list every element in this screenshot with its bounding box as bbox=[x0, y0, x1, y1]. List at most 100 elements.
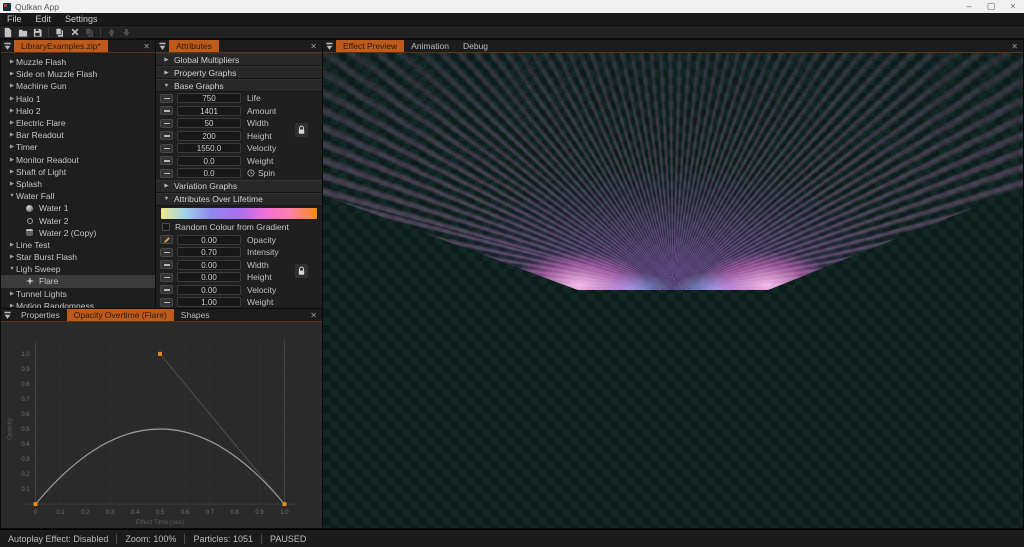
chevron-right-icon[interactable]: ▶ bbox=[8, 120, 16, 126]
chevron-right-icon[interactable]: ▶ bbox=[8, 96, 16, 102]
attributes-undock-icon[interactable] bbox=[156, 40, 169, 52]
tree-item-monitor-readout[interactable]: ▶ Monitor Readout bbox=[1, 154, 155, 166]
maximize-button[interactable]: ▢ bbox=[980, 0, 1002, 13]
opacity-curve-graph[interactable]: 0.1 0.2 0.3 0.4 0.5 0.6 0.7 0.8 0.9 1.0 0 0.1 0.2 0.3… bbox=[1, 322, 322, 528]
graph-options-button[interactable] bbox=[160, 168, 173, 178]
graph-options-button[interactable] bbox=[160, 106, 173, 116]
curve-editor-close-icon[interactable]: ✕ bbox=[305, 309, 322, 321]
tree-item-bar-readout[interactable]: ▶ Bar Readout bbox=[1, 129, 155, 141]
opacity-value-field[interactable]: 0.00 bbox=[177, 234, 241, 245]
weight-value-field[interactable]: 0.0 bbox=[177, 155, 241, 166]
preview-tab-2[interactable]: Debug bbox=[456, 40, 495, 52]
curve-editor-tab-2[interactable]: Shapes bbox=[174, 309, 217, 321]
curve-control-point[interactable] bbox=[282, 502, 287, 507]
menu-edit[interactable]: Edit bbox=[29, 13, 59, 26]
chevron-down-icon[interactable]: ▼ bbox=[8, 193, 16, 199]
graph-options-button[interactable] bbox=[160, 118, 173, 128]
tree-item-splash[interactable]: ▶ Splash bbox=[1, 178, 155, 190]
amount-value-field[interactable]: 1401 bbox=[177, 105, 241, 116]
life-value-field[interactable]: 750 bbox=[177, 93, 241, 104]
aspect-lock-icon[interactable] bbox=[295, 122, 308, 137]
height-value-field[interactable]: 0.00 bbox=[177, 272, 241, 283]
preview-undock-icon[interactable] bbox=[323, 40, 336, 52]
section-header-property-graphs[interactable]: ▶ Property Graphs bbox=[156, 66, 322, 79]
new-file-icon[interactable] bbox=[0, 26, 15, 39]
intensity-value-field[interactable]: 0.70 bbox=[177, 247, 241, 258]
duplicate-icon[interactable] bbox=[52, 26, 67, 39]
chevron-right-icon[interactable]: ▶ bbox=[8, 157, 16, 163]
tree-item-timer[interactable]: ▶ Timer bbox=[1, 141, 155, 153]
chevron-right-icon[interactable]: ▶ bbox=[8, 254, 16, 260]
tree-item-water-2[interactable]: Water 2 bbox=[1, 214, 155, 226]
tree-item-tunnel-lights[interactable]: ▶ Tunnel Lights bbox=[1, 288, 155, 300]
section-header-attributes-over-lifetime[interactable]: ▼ Attributes Over Lifetime bbox=[156, 192, 322, 206]
effect-preview-canvas[interactable] bbox=[323, 53, 1023, 528]
chevron-right-icon[interactable]: ▶ bbox=[8, 132, 16, 138]
preview-close-icon[interactable]: ✕ bbox=[1006, 40, 1023, 52]
tree-item-ligh-sweep[interactable]: ▼ Ligh Sweep bbox=[1, 263, 155, 275]
preview-tab-1[interactable]: Animation bbox=[404, 40, 456, 52]
chevron-right-icon[interactable]: ▶ bbox=[8, 71, 16, 77]
curve-editor-tab-1[interactable]: Opacity Overtime (Flare) bbox=[66, 309, 174, 321]
graph-options-button[interactable] bbox=[160, 131, 173, 141]
weight-value-field[interactable]: 1.00 bbox=[177, 297, 241, 308]
edit-graph-pencil-icon[interactable] bbox=[160, 235, 173, 245]
tree-item-water-1[interactable]: Water 1 bbox=[1, 202, 155, 214]
width-value-field[interactable]: 0.00 bbox=[177, 259, 241, 270]
save-icon[interactable] bbox=[30, 26, 45, 39]
curve-editor-tab-0[interactable]: Properties bbox=[14, 309, 67, 321]
section-header-variation-graphs[interactable]: ▶ Variation Graphs bbox=[156, 179, 322, 193]
tree-item-shaft-of-light[interactable]: ▶ Shaft of Light bbox=[1, 166, 155, 178]
close-button[interactable]: × bbox=[1002, 0, 1024, 13]
attributes-close-icon[interactable]: ✕ bbox=[305, 40, 322, 52]
curve-control-point[interactable] bbox=[33, 502, 38, 507]
open-file-icon[interactable] bbox=[15, 26, 30, 39]
chevron-right-icon[interactable]: ▶ bbox=[8, 181, 16, 187]
preview-tab-0[interactable]: Effect Preview bbox=[336, 40, 405, 52]
tree-item-electric-flare[interactable]: ▶ Electric Flare bbox=[1, 117, 155, 129]
velocity-value-field[interactable]: 0.00 bbox=[177, 284, 241, 295]
chevron-right-icon[interactable]: ▶ bbox=[8, 144, 16, 150]
chevron-right-icon[interactable]: ▶ bbox=[8, 169, 16, 175]
random-colour-checkbox[interactable] bbox=[162, 223, 170, 231]
curve-editor-undock-icon[interactable] bbox=[1, 309, 14, 321]
attributes-tab-0[interactable]: Attributes bbox=[169, 40, 219, 52]
aspect-lock-icon[interactable] bbox=[295, 264, 308, 278]
chevron-right-icon[interactable]: ▶ bbox=[8, 291, 16, 297]
menu-settings[interactable]: Settings bbox=[58, 13, 105, 26]
tree-item-flare[interactable]: Flare bbox=[1, 275, 155, 288]
graph-options-button[interactable] bbox=[160, 297, 173, 307]
tree-item-line-test[interactable]: ▶ Line Test bbox=[1, 239, 155, 251]
height-value-field[interactable]: 200 bbox=[177, 130, 241, 141]
graph-options-button[interactable] bbox=[160, 93, 173, 103]
menu-file[interactable]: File bbox=[0, 13, 29, 26]
tree-item-halo-2[interactable]: ▶ Halo 2 bbox=[1, 105, 155, 117]
width-value-field[interactable]: 50 bbox=[177, 118, 241, 129]
graph-options-button[interactable] bbox=[160, 260, 173, 270]
tree-item-water-2-copy-[interactable]: Water 2 (Copy) bbox=[1, 227, 155, 239]
minimize-button[interactable]: – bbox=[958, 0, 980, 13]
graph-options-button[interactable] bbox=[160, 143, 173, 153]
library-close-icon[interactable]: ✕ bbox=[138, 40, 155, 52]
section-header-base-graphs[interactable]: ▼ Base Graphs bbox=[156, 79, 322, 92]
chevron-down-icon[interactable]: ▼ bbox=[8, 266, 16, 272]
chevron-right-icon[interactable]: ▶ bbox=[8, 83, 16, 89]
tree-item-water-fall[interactable]: ▼ Water Fall bbox=[1, 190, 155, 202]
tree-item-star-burst-flash[interactable]: ▶ Star Burst Flash bbox=[1, 251, 155, 263]
delete-icon[interactable] bbox=[67, 26, 82, 39]
chevron-right-icon[interactable]: ▶ bbox=[8, 108, 16, 114]
chevron-right-icon[interactable]: ▶ bbox=[8, 242, 16, 248]
chevron-right-icon[interactable]: ▶ bbox=[8, 59, 16, 65]
tree-item-machine-gun[interactable]: ▶ Machine Gun bbox=[1, 80, 155, 92]
spin-value-field[interactable]: 0.0 bbox=[177, 168, 241, 179]
lifetime-gradient-bar[interactable] bbox=[161, 207, 317, 219]
graph-options-button[interactable] bbox=[160, 285, 173, 295]
library-undock-icon[interactable] bbox=[1, 40, 14, 52]
velocity-value-field[interactable]: 1550.0 bbox=[177, 143, 241, 154]
graph-options-button[interactable] bbox=[160, 247, 173, 257]
tree-item-motion-randomness[interactable]: ▶ Motion Randomness bbox=[1, 300, 155, 308]
tree-item-muzzle-flash[interactable]: ▶ Muzzle Flash bbox=[1, 56, 155, 68]
tree-item-halo-1[interactable]: ▶ Halo 1 bbox=[1, 93, 155, 105]
library-tab-0[interactable]: LibraryExamples.zip* bbox=[14, 40, 108, 52]
section-header-global-multipliers[interactable]: ▶ Global Multipliers bbox=[156, 53, 322, 66]
